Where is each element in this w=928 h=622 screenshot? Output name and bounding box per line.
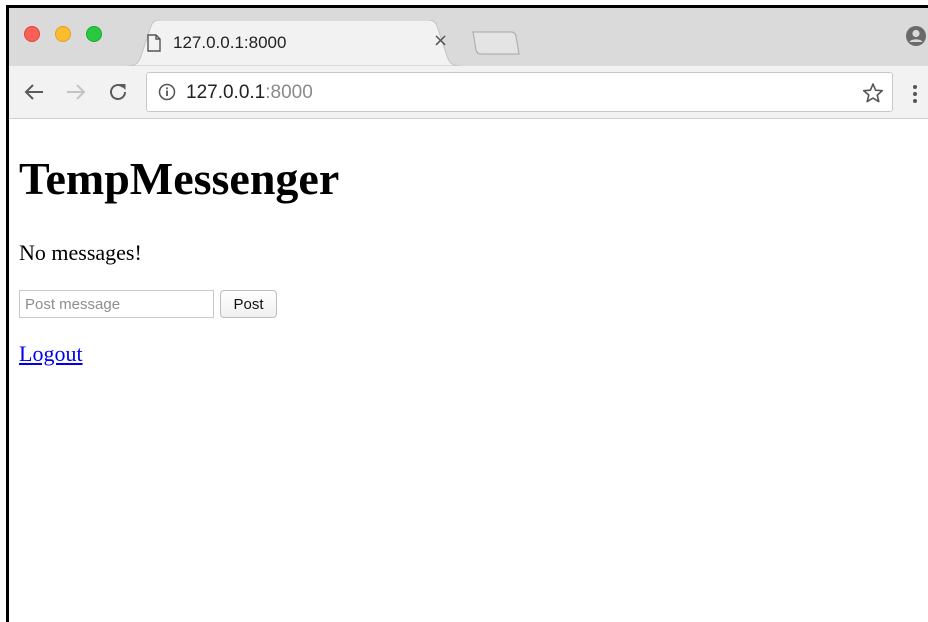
browser-tab[interactable]: 127.0.0.1:8000 × (127, 20, 461, 66)
address-bar[interactable]: 127.0.0.1:8000 (146, 72, 893, 112)
star-icon[interactable] (862, 82, 884, 104)
tab-close-icon[interactable]: × (433, 30, 448, 52)
info-icon[interactable] (158, 83, 176, 101)
page-content: TempMessenger No messages! Post Logout (9, 119, 928, 622)
window-minimize-button[interactable] (55, 26, 71, 42)
page-title: TempMessenger (19, 153, 340, 204)
back-arrow-icon[interactable] (23, 81, 45, 103)
post-button[interactable]: Post (220, 290, 277, 318)
forward-arrow-icon[interactable] (65, 81, 87, 103)
reload-icon[interactable] (107, 81, 129, 103)
url-text[interactable]: 127.0.0.1:8000 (186, 82, 313, 104)
url-port: :8000 (265, 82, 313, 103)
window-close-button[interactable] (24, 26, 40, 42)
kebab-menu-icon[interactable] (911, 83, 919, 105)
page-icon (147, 34, 161, 52)
browser-toolbar: 127.0.0.1:8000 (9, 66, 928, 119)
new-tab-button[interactable] (471, 30, 521, 56)
browser-window: 127.0.0.1:8000 × 127.0.0.1:8000 TempMess… (6, 5, 928, 622)
post-message-input[interactable] (19, 290, 214, 318)
tab-title: 127.0.0.1:8000 (173, 33, 287, 52)
url-host: 127.0.0.1 (186, 82, 266, 103)
logout-link[interactable]: Logout (19, 341, 83, 367)
window-maximize-button[interactable] (86, 26, 102, 42)
empty-messages-text: No messages! (19, 240, 142, 265)
profile-icon[interactable] (905, 25, 927, 47)
tab-strip: 127.0.0.1:8000 × (9, 8, 928, 66)
